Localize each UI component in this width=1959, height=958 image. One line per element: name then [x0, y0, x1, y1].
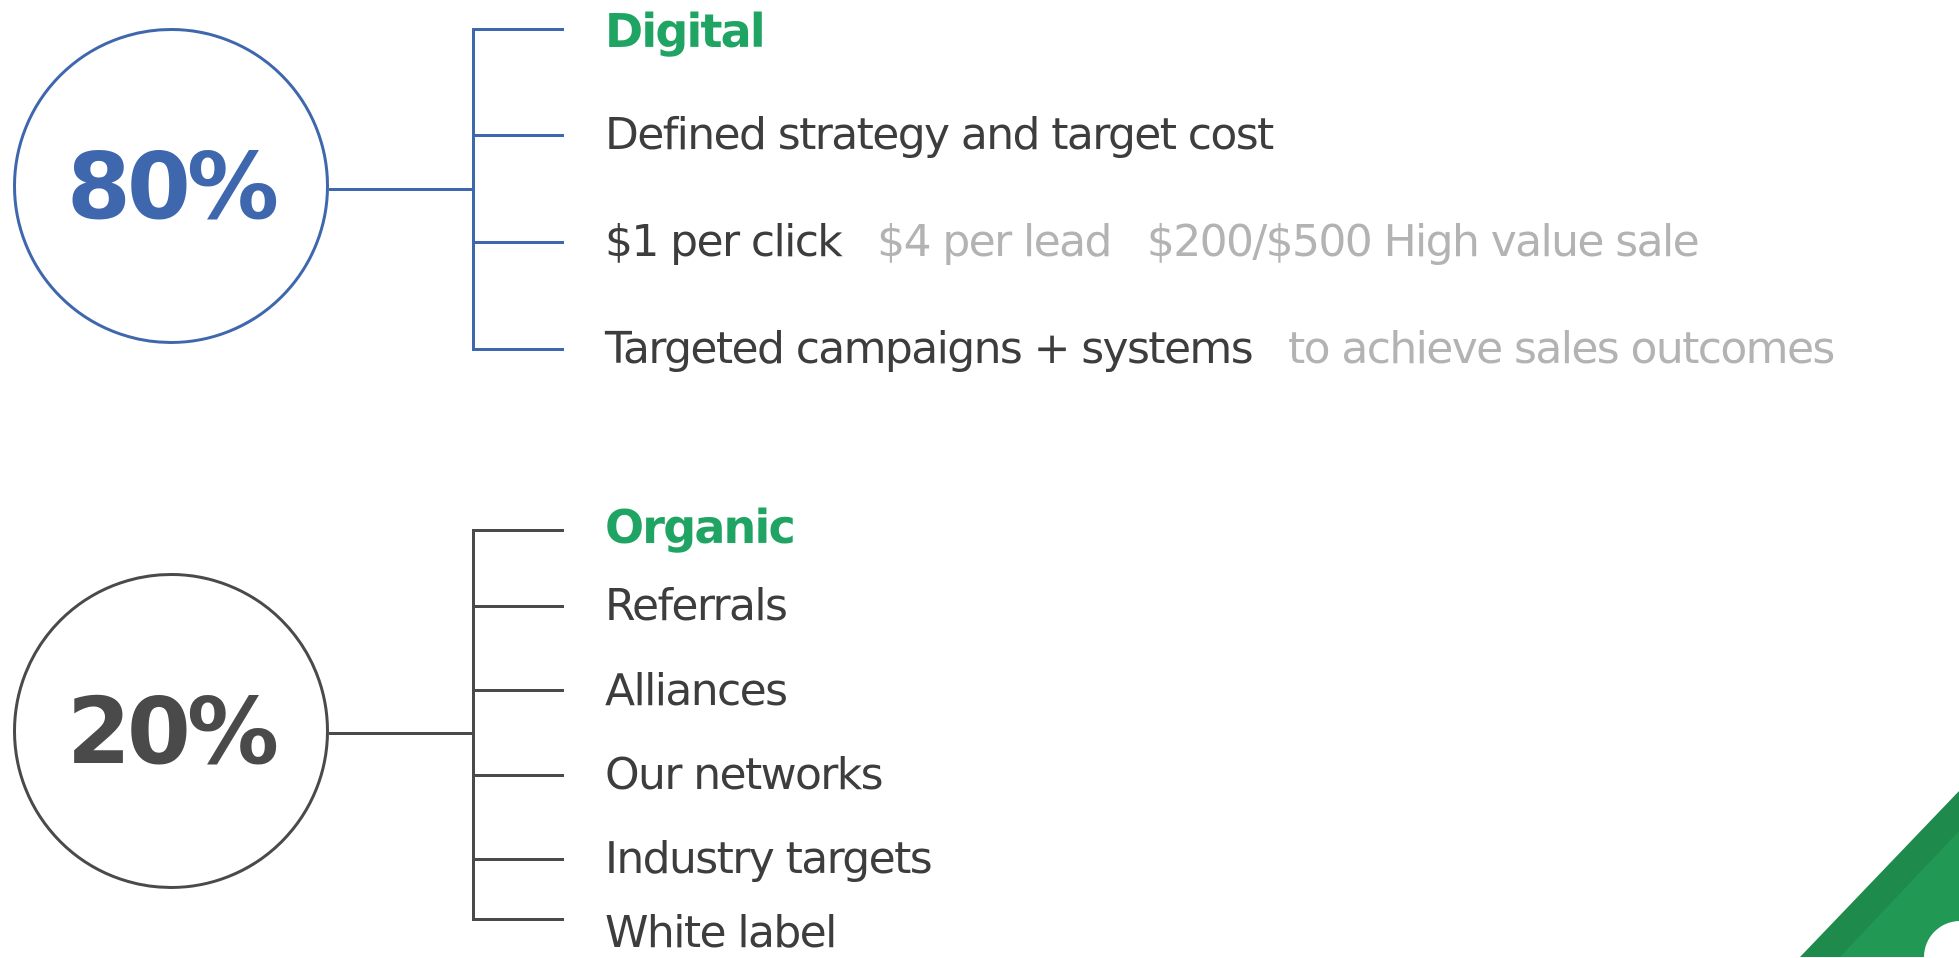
digital-tick-1	[472, 134, 564, 137]
organic-item-referrals: Referrals	[605, 580, 788, 631]
digital-item-muted: to achieve sales outcomes	[1288, 323, 1835, 374]
digital-item: Targeted campaigns + systems to achieve s…	[605, 327, 1835, 371]
digital-percent: 80%	[66, 132, 279, 240]
digital-item-muted: $200/$500 High value sale	[1146, 216, 1700, 267]
digital-item: $1 per click $4 per lead $200/$500 High va…	[605, 220, 1700, 264]
organic-item-alliances: Alliances	[605, 665, 788, 716]
organic-tick-heading	[472, 529, 564, 532]
organic-group: 20% Organic Referrals Alliances Our netw…	[0, 480, 1959, 957]
digital-tick-heading	[472, 28, 564, 31]
digital-connector-line	[329, 188, 474, 191]
digital-item-main: Targeted campaigns + systems	[605, 323, 1254, 374]
organic-tick-2	[472, 689, 564, 692]
digital-bracket-line	[472, 28, 475, 351]
organic-percent-circle: 20%	[13, 573, 329, 889]
digital-percent-circle: 80%	[13, 28, 329, 344]
organic-tick-3	[472, 774, 564, 777]
digital-item-main: Defined strategy and target cost	[605, 109, 1274, 160]
digital-item-muted: $4 per lead	[877, 216, 1112, 267]
digital-tick-3	[472, 348, 564, 351]
organic-tick-5	[472, 918, 564, 921]
organic-item-industry-targets: Industry targets	[605, 833, 933, 884]
organic-heading: Organic	[605, 500, 796, 554]
digital-group: 80% Digital Defined strategy and target …	[0, 0, 1959, 400]
organic-percent: 20%	[66, 677, 279, 785]
digital-item-main: $1 per click	[605, 216, 843, 267]
digital-heading: Digital	[605, 4, 766, 58]
organic-tick-1	[472, 605, 564, 608]
decorative-corner-shape	[1800, 791, 1959, 957]
organic-item-white-label: White label	[605, 907, 837, 958]
organic-connector-line	[329, 732, 474, 735]
organic-bracket-line	[472, 529, 475, 921]
organic-item-networks: Our networks	[605, 749, 884, 800]
organic-tick-4	[472, 858, 564, 861]
digital-tick-2	[472, 241, 564, 244]
digital-item: Defined strategy and target cost	[605, 113, 1274, 157]
